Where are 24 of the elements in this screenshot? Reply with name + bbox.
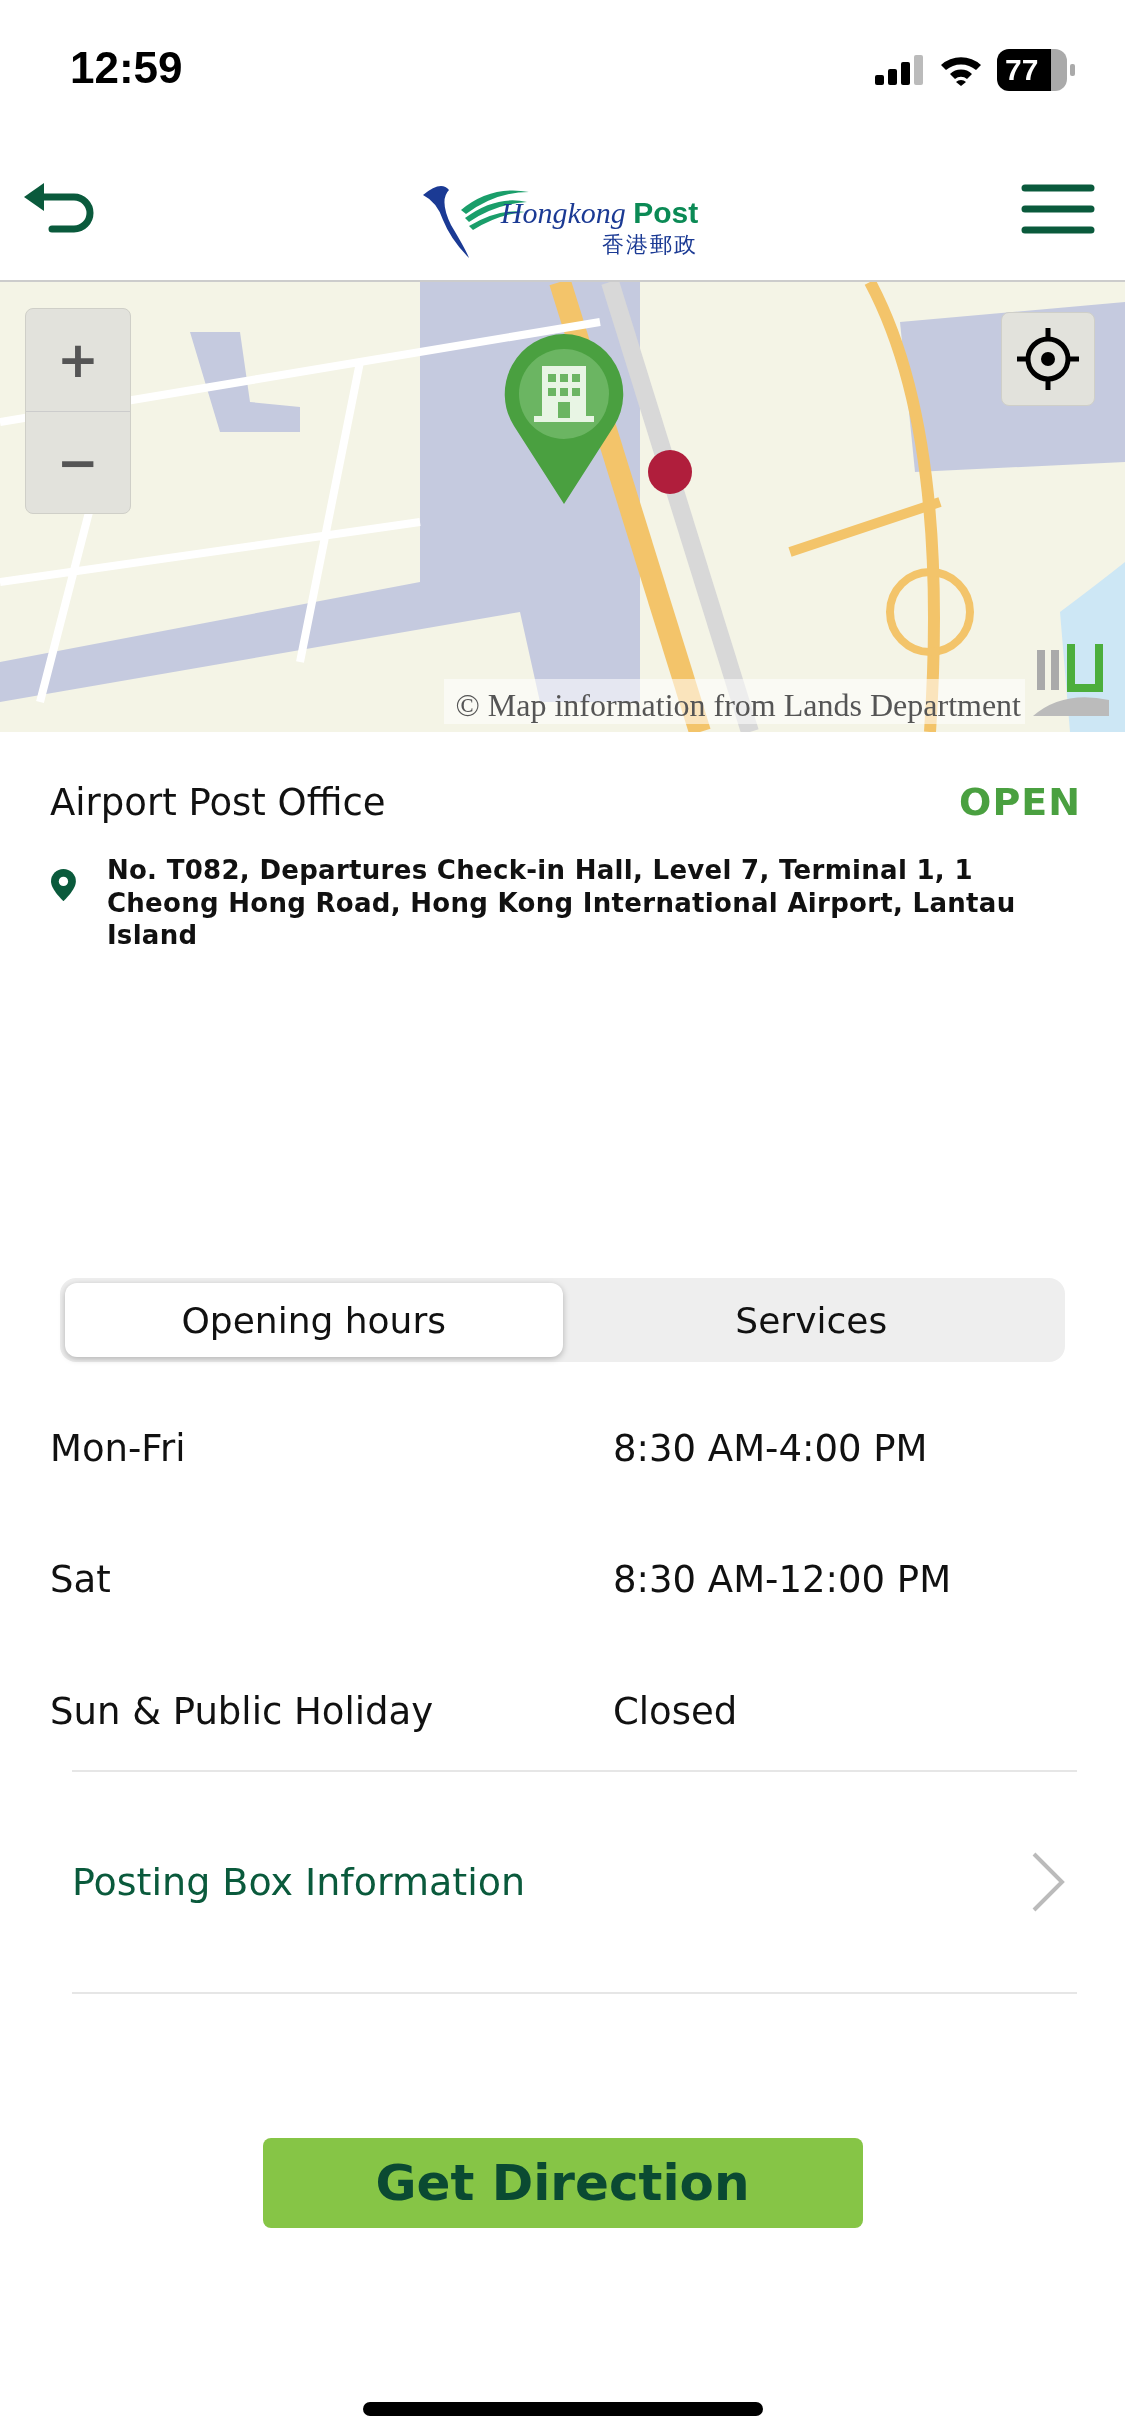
logo-chinese-text: 香港郵政 [602,231,699,259]
tab[interactable]: Services [562,1283,1060,1357]
chevron-right-icon [1031,1851,1065,1913]
day-label: Sat [50,1557,112,1604]
wifi-icon [939,54,983,86]
building-pin-icon [504,334,624,504]
day-label: Sun & Public Holiday [50,1688,435,1735]
open-status: OPEN [959,780,1081,824]
zoom-in-button[interactable]: + [26,309,130,411]
office-name: Airport Post Office [50,780,386,824]
posting-box-link[interactable]: Posting Box Information [72,1772,1077,1992]
tab[interactable]: Opening hours [65,1283,563,1357]
hours-text: 8:30 AM-4:00 PM [613,1426,929,1472]
hours-text: Closed [613,1688,739,1735]
day-label: Mon-Fri [50,1426,187,1472]
get-direction-button[interactable]: Get Direction [262,2138,863,2228]
hours-text: 8:30 AM-12:00 PM [613,1557,953,1604]
status-time: 12:59 [70,43,183,93]
zoom-out-button[interactable]: − [26,411,130,513]
office-address: No. T082, Departures Check-in Hall, Level 7, Terminal 1, 1 Cheong Hong Road, Hong Kong International Airport, Lantau Island [106,854,1017,952]
signal-icon [875,55,925,85]
logo-text: Hongkong Post [500,196,699,230]
map-attribution: © Map information from Lands Department [443,679,1025,724]
locate-button[interactable] [1001,312,1095,406]
